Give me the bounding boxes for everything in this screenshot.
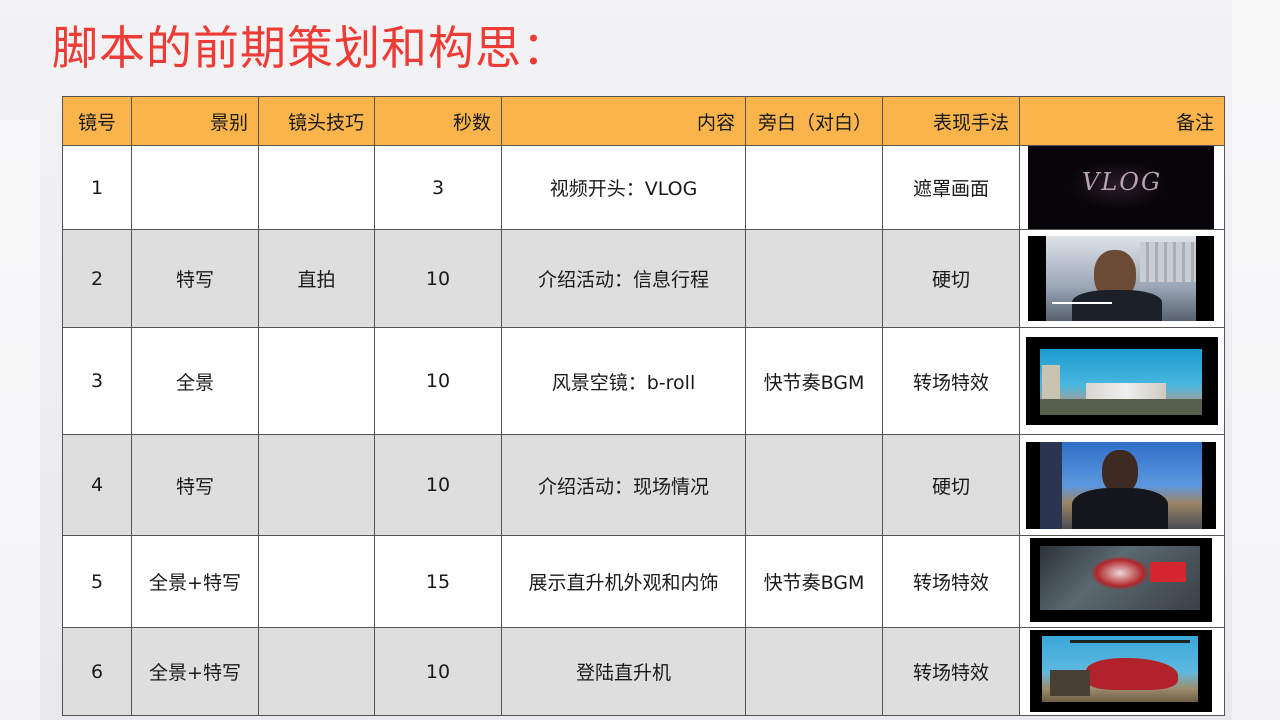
header-narration: 旁白（对白）	[745, 96, 883, 146]
cell-notes	[1019, 535, 1225, 628]
cell-shot-number: 3	[62, 327, 132, 435]
cell-seconds: 10	[374, 327, 502, 435]
cell-shot-number: 1	[62, 145, 132, 230]
cell-camera-technique	[258, 627, 375, 716]
cell-shot-number: 4	[62, 434, 132, 536]
cell-narration: 快节奏BGM	[745, 535, 883, 628]
cell-shot-size: 特写	[131, 229, 259, 328]
header-camera-technique: 镜头技巧	[258, 96, 375, 146]
cell-notes	[1019, 627, 1225, 716]
slide-title: 脚本的前期策划和构思：	[52, 21, 569, 75]
header-seconds: 秒数	[374, 96, 502, 146]
background-decoration	[0, 120, 40, 720]
cell-seconds: 10	[374, 434, 502, 536]
cell-shot-size: 全景+特写	[131, 627, 259, 716]
cell-shot-number: 5	[62, 535, 132, 628]
helicopter-boarding-frame	[1030, 630, 1212, 712]
cell-content: 风景空镜：b-roll	[501, 327, 746, 435]
cell-content: 介绍活动：现场情况	[501, 434, 746, 536]
cell-notes: VLOG	[1019, 145, 1225, 230]
cell-content: 视频开头：VLOG	[501, 145, 746, 230]
table-header-row: 镜号 景别 镜头技巧 秒数 内容 旁白（对白） 表现手法 备注	[62, 96, 1225, 146]
helicopter-exterior-frame	[1030, 538, 1212, 622]
table-row: 6 全景+特写 10 登陆直升机 转场特效	[62, 627, 1225, 716]
cell-camera-technique	[258, 535, 375, 628]
table-row: 5 全景+特写 15 展示直升机外观和内饰 快节奏BGM 转场特效	[62, 535, 1225, 628]
cell-narration	[745, 145, 883, 230]
cell-content: 登陆直升机	[501, 627, 746, 716]
cell-camera-technique	[258, 145, 375, 230]
vlog-title-frame: VLOG	[1028, 146, 1214, 229]
header-shot-number: 镜号	[62, 96, 132, 146]
table-row: 1 3 视频开头：VLOG 遮罩画面 VLOG	[62, 145, 1225, 230]
cell-narration	[745, 627, 883, 716]
cell-narration	[745, 434, 883, 536]
header-shot-size: 景别	[131, 96, 259, 146]
background-decoration	[1232, 0, 1280, 720]
cell-method: 遮罩画面	[882, 145, 1020, 230]
cell-notes	[1019, 229, 1225, 328]
cell-content: 介绍活动：信息行程	[501, 229, 746, 328]
presenter-outdoor-frame	[1026, 442, 1216, 529]
table-row: 4 特写 10 介绍活动：现场情况 硬切	[62, 434, 1225, 536]
cell-method: 硬切	[882, 229, 1020, 328]
cell-seconds: 10	[374, 627, 502, 716]
cell-camera-technique: 直拍	[258, 229, 375, 328]
cell-camera-technique	[258, 434, 375, 536]
cell-method: 转场特效	[882, 627, 1020, 716]
slide: 脚本的前期策划和构思： 镜号 景别 镜头技巧 秒数 内容 旁白（对白） 表现手法…	[0, 0, 1280, 720]
cell-method: 转场特效	[882, 327, 1020, 435]
cell-content: 展示直升机外观和内饰	[501, 535, 746, 628]
cell-narration: 快节奏BGM	[745, 327, 883, 435]
cell-seconds: 3	[374, 145, 502, 230]
cell-method: 转场特效	[882, 535, 1020, 628]
cell-shot-number: 2	[62, 229, 132, 328]
shot-script-table: 镜号 景别 镜头技巧 秒数 内容 旁白（对白） 表现手法 备注 1 3 视频开头…	[62, 96, 1225, 716]
header-content: 内容	[501, 96, 746, 146]
cell-shot-number: 6	[62, 627, 132, 716]
vlog-logo-text: VLOG	[1082, 168, 1163, 196]
cell-shot-size: 全景	[131, 327, 259, 435]
cell-seconds: 15	[374, 535, 502, 628]
table-row: 3 全景 10 风景空镜：b-roll 快节奏BGM 转场特效	[62, 327, 1225, 435]
cell-notes	[1019, 327, 1225, 435]
header-notes: 备注	[1019, 96, 1225, 146]
cell-shot-size: 全景+特写	[131, 535, 259, 628]
cell-shot-size: 特写	[131, 434, 259, 536]
table-row: 2 特写 直拍 10 介绍活动：信息行程 硬切	[62, 229, 1225, 328]
landscape-frame	[1026, 337, 1218, 425]
cell-method: 硬切	[882, 434, 1020, 536]
cell-narration	[745, 229, 883, 328]
cell-notes	[1019, 434, 1225, 536]
cell-shot-size	[131, 145, 259, 230]
header-method: 表现手法	[882, 96, 1020, 146]
presenter-closeup-frame	[1028, 236, 1214, 321]
cell-camera-technique	[258, 327, 375, 435]
cell-seconds: 10	[374, 229, 502, 328]
